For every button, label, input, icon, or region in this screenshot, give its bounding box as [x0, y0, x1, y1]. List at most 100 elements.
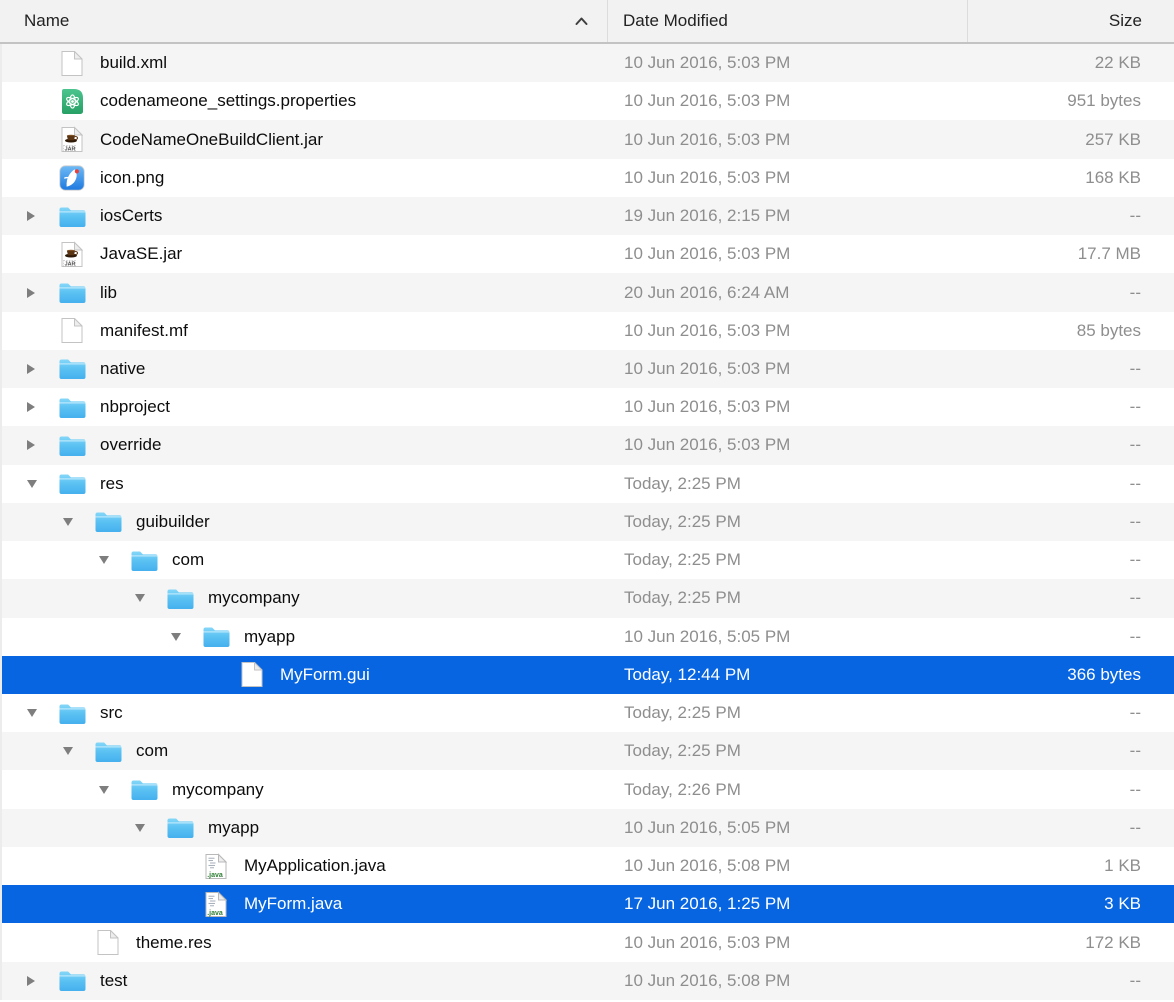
table-row[interactable]: MyForm.gui Today, 12:44 PM 366 bytes	[2, 656, 1174, 694]
table-row[interactable]: JAR CodeNameOneBuildClient.jar 10 Jun 20…	[2, 120, 1174, 158]
disclosure-triangle-icon[interactable]	[24, 364, 57, 374]
table-row[interactable]: .java MyApplication.java 10 Jun 2016, 5:…	[2, 847, 1174, 885]
file-name: com	[136, 741, 168, 761]
name-cell: test	[2, 969, 609, 992]
file-size: 1 KB	[969, 856, 1174, 876]
disclosure-triangle-icon[interactable]	[24, 440, 57, 450]
name-cell: iosCerts	[2, 205, 609, 228]
date-modified: 10 Jun 2016, 5:03 PM	[609, 53, 969, 73]
file-name: mycompany	[172, 780, 264, 800]
disclosure-triangle-icon[interactable]	[24, 288, 57, 298]
file-size: 22 KB	[969, 53, 1174, 73]
table-row[interactable]: com Today, 2:25 PM --	[2, 541, 1174, 579]
folder-icon	[201, 625, 231, 648]
name-cell: myapp	[2, 816, 609, 839]
column-header-date-modified[interactable]: Date Modified	[607, 0, 967, 42]
file-name: mycompany	[208, 588, 300, 608]
column-header-size[interactable]: Size	[967, 0, 1174, 42]
table-row[interactable]: src Today, 2:25 PM --	[2, 694, 1174, 732]
folder-icon	[57, 281, 87, 304]
file-size: 3 KB	[969, 894, 1174, 914]
date-modified: 10 Jun 2016, 5:03 PM	[609, 168, 969, 188]
date-modified: 10 Jun 2016, 5:03 PM	[609, 933, 969, 953]
table-row[interactable]: mycompany Today, 2:26 PM --	[2, 770, 1174, 808]
disclosure-triangle-icon[interactable]	[132, 594, 165, 602]
file-size: 951 bytes	[969, 91, 1174, 111]
svg-text:JAR: JAR	[65, 261, 76, 267]
table-row[interactable]: .java MyForm.java 17 Jun 2016, 1:25 PM 3…	[2, 885, 1174, 923]
name-cell: theme.res	[2, 929, 609, 956]
column-header-name[interactable]: Name	[0, 0, 607, 42]
disclosure-triangle-icon[interactable]	[60, 747, 93, 755]
name-cell: build.xml	[2, 50, 609, 77]
table-row[interactable]: com Today, 2:25 PM --	[2, 732, 1174, 770]
file-name: nbproject	[100, 397, 170, 417]
file-size: --	[969, 588, 1174, 608]
disclosure-triangle-icon[interactable]	[132, 824, 165, 832]
date-modified: 17 Jun 2016, 1:25 PM	[609, 894, 969, 914]
date-modified: 10 Jun 2016, 5:03 PM	[609, 359, 969, 379]
file-name: build.xml	[100, 53, 167, 73]
date-modified: 10 Jun 2016, 5:05 PM	[609, 818, 969, 838]
table-row[interactable]: nbproject 10 Jun 2016, 5:03 PM --	[2, 388, 1174, 426]
table-row[interactable]: theme.res 10 Jun 2016, 5:03 PM 172 KB	[2, 923, 1174, 961]
disclosure-triangle-icon[interactable]	[24, 480, 57, 488]
sort-ascending-icon	[574, 16, 589, 26]
table-row[interactable]: lib 20 Jun 2016, 6:24 AM --	[2, 273, 1174, 311]
list-header: Name Date Modified Size	[0, 0, 1174, 44]
file-name: MyApplication.java	[244, 856, 386, 876]
date-modified: Today, 2:25 PM	[609, 550, 969, 570]
disclosure-triangle-icon[interactable]	[24, 402, 57, 412]
disclosure-triangle-icon[interactable]	[96, 786, 129, 794]
name-cell: myapp	[2, 625, 609, 648]
disclosure-triangle-icon[interactable]	[24, 211, 57, 221]
table-row[interactable]: guibuilder Today, 2:25 PM --	[2, 503, 1174, 541]
table-row[interactable]: res Today, 2:25 PM --	[2, 465, 1174, 503]
name-cell: override	[2, 434, 609, 457]
jar-icon: JAR	[57, 126, 87, 153]
table-row[interactable]: myapp 10 Jun 2016, 5:05 PM --	[2, 809, 1174, 847]
disclosure-triangle-icon[interactable]	[24, 709, 57, 717]
date-modified: Today, 2:25 PM	[609, 741, 969, 761]
file-name: manifest.mf	[100, 321, 188, 341]
table-row[interactable]: mycompany Today, 2:25 PM --	[2, 579, 1174, 617]
table-row[interactable]: JAR JavaSE.jar 10 Jun 2016, 5:03 PM 17.7…	[2, 235, 1174, 273]
name-cell: .java MyApplication.java	[2, 853, 609, 880]
disclosure-triangle-icon[interactable]	[96, 556, 129, 564]
folder-icon	[57, 472, 87, 495]
document-icon	[237, 661, 267, 688]
table-row[interactable]: manifest.mf 10 Jun 2016, 5:03 PM 85 byte…	[2, 312, 1174, 350]
document-icon	[57, 50, 87, 77]
date-modified: 10 Jun 2016, 5:03 PM	[609, 130, 969, 150]
date-modified: Today, 2:25 PM	[609, 474, 969, 494]
table-row[interactable]: icon.png 10 Jun 2016, 5:03 PM 168 KB	[2, 159, 1174, 197]
disclosure-triangle-icon[interactable]	[24, 976, 57, 986]
name-cell: src	[2, 702, 609, 725]
name-cell: MyForm.gui	[2, 661, 609, 688]
table-row[interactable]: codenameone_settings.properties 10 Jun 2…	[2, 82, 1174, 120]
disclosure-triangle-icon[interactable]	[168, 633, 201, 641]
table-row[interactable]: override 10 Jun 2016, 5:03 PM --	[2, 426, 1174, 464]
file-name: JavaSE.jar	[100, 244, 182, 264]
date-modified: 10 Jun 2016, 5:03 PM	[609, 244, 969, 264]
folder-icon	[57, 205, 87, 228]
date-modified: Today, 2:26 PM	[609, 780, 969, 800]
table-row[interactable]: test 10 Jun 2016, 5:08 PM --	[2, 962, 1174, 1000]
table-row[interactable]: iosCerts 19 Jun 2016, 2:15 PM --	[2, 197, 1174, 235]
file-name: codenameone_settings.properties	[100, 91, 356, 111]
table-row[interactable]: myapp 10 Jun 2016, 5:05 PM --	[2, 618, 1174, 656]
file-name: icon.png	[100, 168, 164, 188]
finder-list-view: Name Date Modified Size build.xml 10 Jun…	[0, 0, 1174, 1002]
file-size: 172 KB	[969, 933, 1174, 953]
file-name: test	[100, 971, 127, 991]
file-size: --	[969, 512, 1174, 532]
folder-icon	[165, 816, 195, 839]
table-row[interactable]: build.xml 10 Jun 2016, 5:03 PM 22 KB	[2, 44, 1174, 82]
svg-text:.java: .java	[207, 872, 223, 879]
file-size: --	[969, 435, 1174, 455]
file-name: lib	[100, 283, 117, 303]
table-row[interactable]: native 10 Jun 2016, 5:03 PM --	[2, 350, 1174, 388]
folder-icon	[57, 357, 87, 380]
disclosure-triangle-icon[interactable]	[60, 518, 93, 526]
name-cell: nbproject	[2, 396, 609, 419]
